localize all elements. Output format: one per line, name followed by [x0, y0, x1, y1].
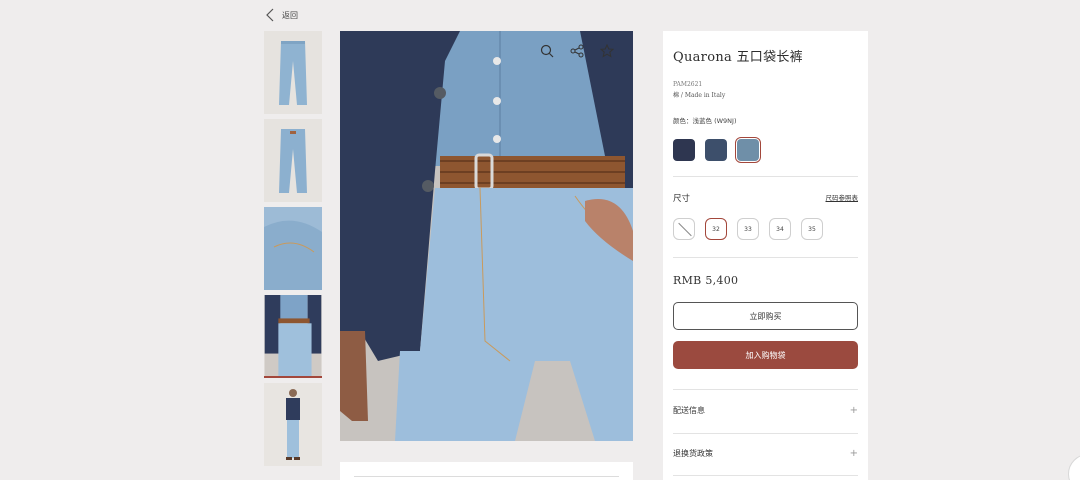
divider: [673, 257, 858, 258]
share-icon[interactable]: [568, 42, 586, 60]
size-option-33[interactable]: 33: [737, 218, 759, 240]
size-option-34[interactable]: 34: [769, 218, 791, 240]
divider: [354, 476, 619, 477]
product-title: Quarona 五口袋长裤: [673, 50, 803, 65]
size-option-32[interactable]: 32: [705, 218, 727, 240]
main-product-image[interactable]: [340, 31, 633, 441]
thumbnail-jeans-detail[interactable]: [264, 207, 322, 290]
jeans-back-image: [264, 119, 322, 202]
product-material: 棉 / Made in Italy: [673, 92, 726, 99]
thumbnail-jeans-front[interactable]: [264, 31, 322, 114]
divider: [673, 433, 858, 434]
size-options: 32 33 34 35: [673, 218, 823, 240]
image-actions: [538, 42, 616, 60]
model-waist-closeup-image: [340, 31, 633, 441]
zoom-icon[interactable]: [538, 42, 556, 60]
divider: [673, 176, 858, 177]
thumbnail-model-waist[interactable]: [264, 295, 322, 378]
size-option-35[interactable]: 35: [801, 218, 823, 240]
size-option-unavailable[interactable]: [673, 218, 695, 240]
chevron-left-icon: [266, 8, 274, 22]
divider: [673, 475, 858, 476]
model-full-image: [264, 383, 322, 466]
accordion-label: 退换货政策: [673, 449, 713, 458]
jeans-detail-image: [264, 207, 322, 290]
back-label: 返回: [282, 10, 298, 20]
swatch-navy[interactable]: [673, 139, 695, 161]
color-label: 颜色：浅蓝色 (W9NJ): [673, 117, 737, 125]
product-price: RMB 5,400: [673, 274, 739, 287]
accordion-label: 配送信息: [673, 406, 705, 415]
plus-icon: +: [849, 405, 858, 416]
swatch-light-blue[interactable]: [735, 137, 761, 163]
product-info-panel: Quarona 五口袋长裤 PAM2621 棉 / Made in Italy …: [663, 31, 868, 480]
product-page: 返回 Quarona 五口袋长裤 PAM2621 棉 / Made in Ita…: [0, 0, 1080, 480]
color-swatches: [673, 137, 761, 163]
thumbnail-model-full[interactable]: [264, 383, 322, 466]
below-image-card: [340, 462, 633, 480]
size-guide-link[interactable]: 尺码参照表: [826, 192, 859, 202]
thumbnail-list: [264, 31, 322, 471]
buy-now-button[interactable]: 立即购买: [673, 302, 858, 330]
swatch-blue[interactable]: [705, 139, 727, 161]
divider: [673, 389, 858, 390]
plus-icon: +: [849, 448, 858, 459]
thumbnail-jeans-back[interactable]: [264, 119, 322, 202]
back-link[interactable]: 返回: [264, 8, 298, 22]
wishlist-star-icon[interactable]: [598, 42, 616, 60]
product-code: PAM2621: [673, 81, 703, 88]
accordion-shipping[interactable]: 配送信息 +: [673, 405, 858, 416]
jeans-front-image: [264, 31, 322, 114]
chat-widget-button[interactable]: [1068, 454, 1080, 480]
model-waist-image: [264, 295, 322, 376]
size-label: 尺寸: [673, 194, 691, 204]
add-to-bag-button[interactable]: 加入购物袋: [673, 341, 858, 369]
accordion-returns[interactable]: 退换货政策 +: [673, 448, 858, 459]
